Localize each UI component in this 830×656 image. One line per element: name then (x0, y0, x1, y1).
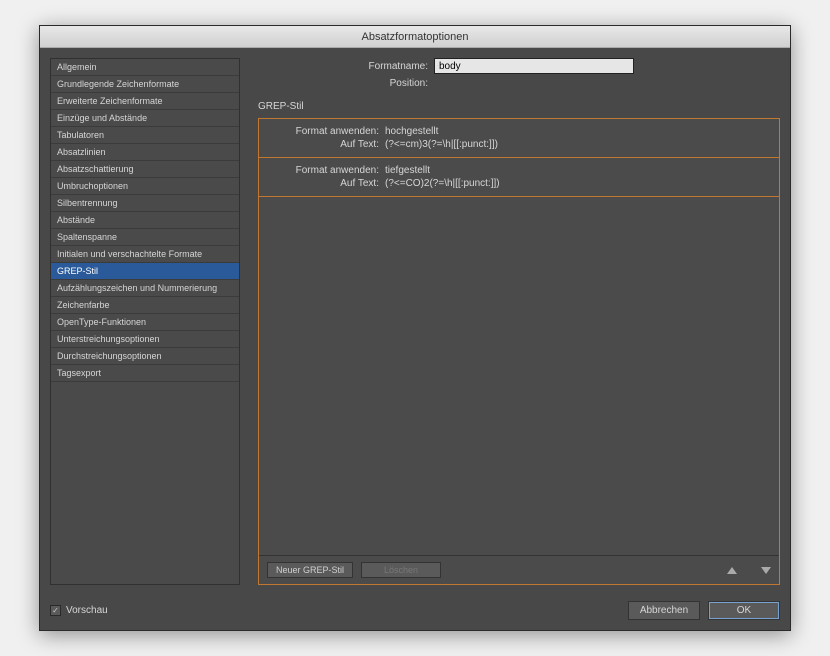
grep-text-label: Auf Text: (259, 178, 379, 189)
cancel-button[interactable]: Abbrechen (628, 601, 700, 620)
checkbox-icon[interactable]: ✓ (50, 605, 61, 616)
sidebar-item[interactable]: Silbentrennung (51, 195, 239, 212)
sidebar-item[interactable]: Tagsexport (51, 365, 239, 382)
titlebar: Absatzformatoptionen (40, 26, 790, 48)
section-title: GREP-Stil (258, 101, 780, 112)
dialog-body: AllgemeinGrundlegende ZeichenformateErwe… (40, 48, 790, 595)
position-row: Position: (258, 78, 780, 89)
sidebar-item[interactable]: Grundlegende Zeichenformate (51, 76, 239, 93)
category-sidebar: AllgemeinGrundlegende ZeichenformateErwe… (50, 58, 240, 585)
sidebar-item[interactable]: Initialen und verschachtelte Formate (51, 246, 239, 263)
grep-style-list: Format anwenden: hochgestellt Auf Text: (?<… (259, 119, 779, 555)
ok-button[interactable]: OK (708, 601, 780, 620)
sidebar-item[interactable]: Spaltenspanne (51, 229, 239, 246)
grep-format-value[interactable]: hochgestellt (385, 126, 438, 137)
format-name-row: Formatname: (258, 58, 780, 74)
move-up-icon[interactable] (727, 567, 737, 574)
sidebar-item[interactable]: GREP-Stil (51, 263, 239, 280)
grep-style-entry[interactable]: Format anwenden: hochgestellt Auf Text: (?<… (259, 119, 779, 158)
sidebar-item[interactable]: Aufzählungszeichen und Nummerierung (51, 280, 239, 297)
grep-format-label: Format anwenden: (259, 165, 379, 176)
move-down-icon[interactable] (761, 567, 771, 574)
grep-format-label: Format anwenden: (259, 126, 379, 137)
dialog-title: Absatzformatoptionen (361, 31, 468, 43)
sidebar-item[interactable]: Durchstreichungsoptionen (51, 348, 239, 365)
preview-label: Vorschau (66, 605, 108, 616)
grep-text-value[interactable]: (?<=cm)3(?=\h|[[:punct:]]) (385, 139, 498, 150)
sidebar-filler (51, 382, 239, 584)
header-fields: Formatname: Position: (258, 58, 780, 101)
paragraph-style-options-dialog: Absatzformatoptionen AllgemeinGrundlegen… (39, 25, 791, 631)
grep-format-value[interactable]: tiefgestellt (385, 165, 430, 176)
grep-style-panel: Format anwenden: hochgestellt Auf Text: (?<… (258, 118, 780, 585)
grep-style-entry[interactable]: Format anwenden: tiefgestellt Auf Text: (?<… (259, 157, 779, 197)
dialog-footer: ✓ Vorschau Abbrechen OK (40, 595, 790, 630)
sidebar-item[interactable]: Unterstreichungsoptionen (51, 331, 239, 348)
delete-grep-style-button[interactable]: Löschen (361, 562, 441, 578)
grep-text-label: Auf Text: (259, 139, 379, 150)
sidebar-item[interactable]: Zeichenfarbe (51, 297, 239, 314)
sidebar-item[interactable]: Absatzlinien (51, 144, 239, 161)
content-panel: Formatname: Position: GREP-Stil Format a… (258, 58, 780, 585)
sidebar-item[interactable]: Einzüge und Abstände (51, 110, 239, 127)
sidebar-item[interactable]: Tabulatoren (51, 127, 239, 144)
position-label: Position: (258, 78, 428, 89)
format-name-label: Formatname: (258, 61, 428, 72)
new-grep-style-button[interactable]: Neuer GREP-Stil (267, 562, 353, 578)
format-name-input[interactable] (434, 58, 634, 74)
grep-panel-footer: Neuer GREP-Stil Löschen (259, 555, 779, 584)
main-row: AllgemeinGrundlegende ZeichenformateErwe… (50, 58, 780, 585)
sidebar-item[interactable]: Umbruchoptionen (51, 178, 239, 195)
sidebar-item[interactable]: Erweiterte Zeichenformate (51, 93, 239, 110)
sidebar-item[interactable]: Absatzschattierung (51, 161, 239, 178)
sidebar-item[interactable]: Allgemein (51, 59, 239, 76)
grep-text-value[interactable]: (?<=CO)2(?=\h|[[:punct:]]) (385, 178, 500, 189)
sidebar-item[interactable]: Abstände (51, 212, 239, 229)
preview-checkbox-row[interactable]: ✓ Vorschau (50, 605, 108, 616)
sidebar-item[interactable]: OpenType-Funktionen (51, 314, 239, 331)
